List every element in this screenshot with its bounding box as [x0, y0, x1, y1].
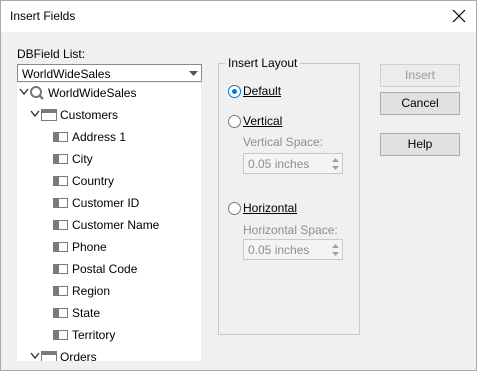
tree-field-item[interactable]: Region	[17, 281, 201, 301]
chevron-down-icon	[19, 88, 29, 96]
title-bar: Insert Fields	[1, 1, 476, 32]
field-icon	[53, 154, 68, 164]
horizontal-space-value: 0.05 inches	[248, 243, 310, 257]
dbfield-tree[interactable]: WorldWideSales Customers Address 1 City …	[17, 83, 202, 361]
table-icon	[41, 351, 57, 361]
field-label: Customer ID	[72, 196, 140, 210]
chevron-down-icon	[30, 110, 40, 118]
field-label: Customer Name	[72, 218, 160, 232]
horizontal-radio[interactable]	[228, 202, 241, 215]
field-icon	[53, 198, 68, 208]
tree-table-label: Orders	[60, 350, 97, 361]
default-label-text: Default	[243, 84, 282, 98]
field-label: Territory	[72, 328, 116, 342]
close-button[interactable]	[442, 1, 476, 32]
field-label: Postal Code	[72, 262, 138, 276]
tree-field-item[interactable]: Customer ID	[17, 193, 201, 213]
field-icon	[53, 242, 68, 252]
field-icon	[53, 220, 68, 230]
tree-field-item[interactable]: Country	[17, 171, 201, 191]
dbfield-selected-value: WorldWideSales	[22, 67, 111, 81]
field-label: Region	[72, 284, 111, 298]
default-radio[interactable]	[228, 85, 241, 98]
field-icon	[53, 308, 68, 318]
cancel-button-label: Cancel	[401, 96, 439, 110]
horizontal-space-stepper[interactable]: 0.05 inches	[243, 239, 343, 260]
tree-field-item[interactable]: Address 1	[17, 127, 201, 147]
help-button-label: Help	[407, 137, 433, 151]
tree-node-orders[interactable]: Orders	[17, 347, 201, 361]
insert-fields-dialog: Insert Fields DBField List: WorldWideSal…	[0, 0, 477, 371]
tree-scrollbar[interactable]	[201, 83, 202, 361]
cancel-button[interactable]: Cancel	[380, 92, 460, 115]
vertical-radio-label[interactable]: Vertical	[243, 114, 282, 128]
vertical-label-text: Vertical	[243, 114, 283, 128]
window-title: Insert Fields	[10, 9, 76, 23]
tree-field-item[interactable]: Phone	[17, 237, 201, 257]
horizontal-label-text: Horizontal	[243, 201, 298, 215]
insert-button[interactable]: Insert	[380, 64, 460, 87]
tree-node-customers[interactable]: Customers	[17, 105, 201, 125]
chevron-down-icon	[189, 71, 198, 76]
spin-up-icon[interactable]	[332, 244, 339, 249]
tree-field-item[interactable]: Territory	[17, 325, 201, 345]
tree-field-item[interactable]: Customer Name	[17, 215, 201, 235]
vertical-space-stepper[interactable]: 0.05 inches	[243, 153, 343, 174]
insert-layout-group	[218, 63, 360, 335]
field-label: Address 1	[72, 130, 127, 144]
tree-root-label: WorldWideSales	[48, 86, 137, 100]
insert-button-label: Insert	[404, 68, 435, 82]
horizontal-radio-label[interactable]: Horizontal	[243, 201, 297, 215]
vertical-radio[interactable]	[228, 115, 241, 128]
spin-down-icon[interactable]	[332, 166, 339, 171]
field-label: City	[72, 152, 93, 166]
default-radio-label[interactable]: Default	[243, 84, 281, 98]
spin-up-icon[interactable]	[332, 158, 339, 163]
insert-layout-title: Insert Layout	[225, 56, 301, 70]
field-icon	[53, 286, 68, 296]
dbfield-combobox[interactable]: WorldWideSales	[17, 64, 202, 82]
close-icon	[452, 9, 466, 23]
horizontal-space-label: Horizontal Space:	[243, 223, 338, 237]
field-label: State	[72, 306, 101, 320]
field-icon	[53, 330, 68, 340]
tree-field-item[interactable]: City	[17, 149, 201, 169]
vertical-space-label: Vertical Space:	[243, 135, 324, 149]
field-icon	[53, 264, 68, 274]
dbfield-list-label: DBField List:	[17, 47, 86, 61]
tree-field-item[interactable]: State	[17, 303, 201, 323]
field-icon	[53, 132, 68, 142]
field-label: Country	[72, 174, 115, 188]
chevron-down-icon	[30, 352, 40, 360]
help-button[interactable]: Help	[380, 133, 460, 156]
table-icon	[41, 109, 57, 121]
tree-field-item[interactable]: Postal Code	[17, 259, 201, 279]
database-icon	[30, 86, 44, 100]
vertical-space-value: 0.05 inches	[248, 157, 310, 171]
spin-down-icon[interactable]	[332, 252, 339, 257]
field-label: Phone	[72, 240, 107, 254]
tree-table-label: Customers	[60, 108, 119, 122]
tree-node-root[interactable]: WorldWideSales	[17, 83, 201, 103]
field-icon	[53, 176, 68, 186]
